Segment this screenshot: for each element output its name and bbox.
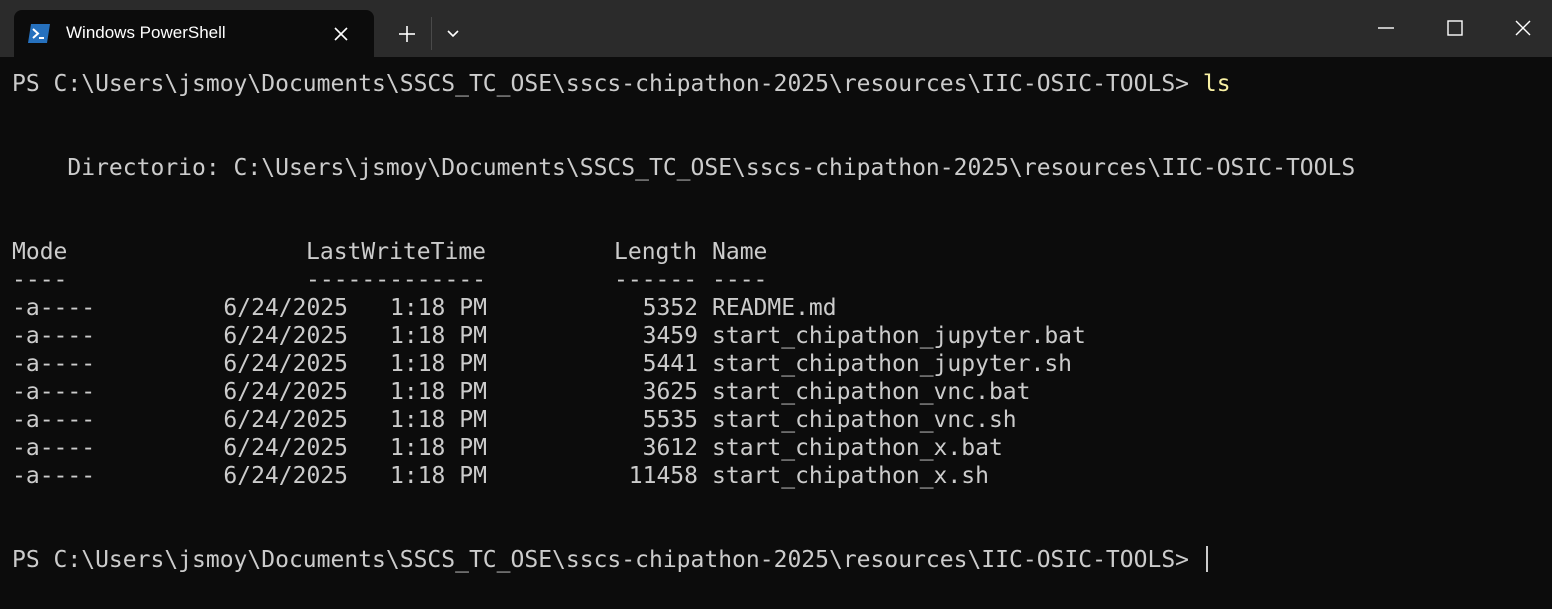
row-time: 1:18 PM — [390, 463, 487, 489]
sep-lastwritetime: ------------- — [306, 267, 487, 293]
row-length: 5352 — [642, 295, 698, 321]
prompt: PS C:\Users\jsmoy\Documents\SSCS_TC_OSE\… — [12, 71, 1203, 97]
row-length: 3625 — [642, 379, 698, 405]
table-row: -a---- 6/24/2025 1:18 PM 5441 start_chip… — [12, 350, 1112, 378]
row-name: start_chipathon_jupyter.sh — [712, 351, 1073, 377]
row-length: 3612 — [642, 435, 698, 461]
header-mode: Mode — [12, 239, 68, 265]
new-tab-button[interactable] — [393, 21, 421, 47]
table-row: -a---- 6/24/2025 1:18 PM 3459 start_chip… — [12, 322, 1112, 350]
directory-line: Directorio: C:\Users\jsmoy\Documents\SSC… — [12, 155, 1356, 181]
maximize-button[interactable] — [1431, 8, 1477, 48]
row-length: 3459 — [642, 323, 698, 349]
close-icon — [334, 27, 348, 41]
chevron-down-icon — [447, 30, 459, 38]
row-date: 6/24/2025 — [223, 379, 348, 405]
minimize-icon — [1378, 27, 1394, 29]
row-date: 6/24/2025 — [223, 295, 348, 321]
minimize-button[interactable] — [1362, 8, 1408, 48]
table-row: -a---- 6/24/2025 1:18 PM 3625 start_chip… — [12, 378, 1112, 406]
row-name: start_chipathon_vnc.bat — [712, 379, 1031, 405]
powershell-icon — [28, 24, 50, 43]
header-length: Length — [614, 239, 698, 265]
row-date: 6/24/2025 — [223, 407, 348, 433]
table-row: -a---- 6/24/2025 1:18 PM 11458 start_chi… — [12, 462, 1112, 490]
row-mode: -a---- — [12, 295, 96, 321]
row-name: start_chipathon_x.sh — [712, 463, 989, 489]
table-row: -a---- 6/24/2025 1:18 PM 5352 README.md — [12, 294, 1112, 322]
row-name: start_chipathon_x.bat — [712, 435, 1003, 461]
row-time: 1:18 PM — [390, 435, 487, 461]
row-mode: -a---- — [12, 463, 96, 489]
prompt-line: PS C:\Users\jsmoy\Documents\SSCS_TC_OSE\… — [12, 70, 1231, 98]
row-time: 1:18 PM — [390, 351, 487, 377]
row-name: README.md — [712, 295, 837, 321]
row-name: start_chipathon_vnc.sh — [712, 407, 1017, 433]
table-header: Mode LastWriteTime Length Name — [12, 238, 1012, 266]
tab-dropdown-button[interactable] — [441, 23, 465, 45]
maximize-icon — [1447, 20, 1463, 36]
tab-separator — [431, 17, 432, 50]
row-date: 6/24/2025 — [223, 323, 348, 349]
row-length: 5441 — [642, 351, 698, 377]
table-row: -a---- 6/24/2025 1:18 PM 5535 start_chip… — [12, 406, 1112, 434]
row-mode: -a---- — [12, 351, 96, 377]
row-mode: -a---- — [12, 435, 96, 461]
table-separator: ---- ------------- ------ ---- — [12, 266, 1012, 294]
row-date: 6/24/2025 — [223, 435, 348, 461]
close-tab-button[interactable] — [329, 22, 353, 46]
header-lastwritetime: LastWriteTime — [306, 239, 487, 265]
prompt-line[interactable]: PS C:\Users\jsmoy\Documents\SSCS_TC_OSE\… — [12, 546, 1208, 574]
close-window-button[interactable] — [1500, 8, 1546, 48]
row-time: 1:18 PM — [390, 407, 487, 433]
tab-title: Windows PowerShell — [66, 23, 226, 42]
row-time: 1:18 PM — [390, 323, 487, 349]
row-mode: -a---- — [12, 323, 96, 349]
sep-mode: ---- — [12, 267, 68, 293]
row-date: 6/24/2025 — [223, 351, 348, 377]
command: ls — [1202, 71, 1231, 97]
row-length: 11458 — [628, 463, 698, 489]
row-time: 1:18 PM — [390, 379, 487, 405]
plus-icon — [399, 26, 415, 42]
row-time: 1:18 PM — [390, 295, 487, 321]
row-mode: -a---- — [12, 407, 96, 433]
row-length: 5535 — [642, 407, 698, 433]
row-mode: -a---- — [12, 379, 96, 405]
close-icon — [1515, 20, 1531, 36]
sep-length: ------ — [614, 267, 698, 293]
row-name: start_chipathon_jupyter.bat — [712, 323, 1086, 349]
powershell-window: Windows PowerShell PS C:\Users\jsmoy\Doc… — [0, 0, 1552, 609]
sep-name: ---- — [712, 267, 768, 293]
header-name: Name — [712, 239, 768, 265]
tab-powershell[interactable]: Windows PowerShell — [14, 10, 374, 57]
row-date: 6/24/2025 — [223, 463, 348, 489]
table-row: -a---- 6/24/2025 1:18 PM 3612 start_chip… — [12, 434, 1112, 462]
terminal-output[interactable]: PS C:\Users\jsmoy\Documents\SSCS_TC_OSE\… — [12, 57, 1542, 609]
title-bar[interactable]: Windows PowerShell — [0, 0, 1552, 57]
prompt: PS C:\Users\jsmoy\Documents\SSCS_TC_OSE\… — [12, 547, 1203, 573]
text-cursor — [1205, 546, 1208, 572]
